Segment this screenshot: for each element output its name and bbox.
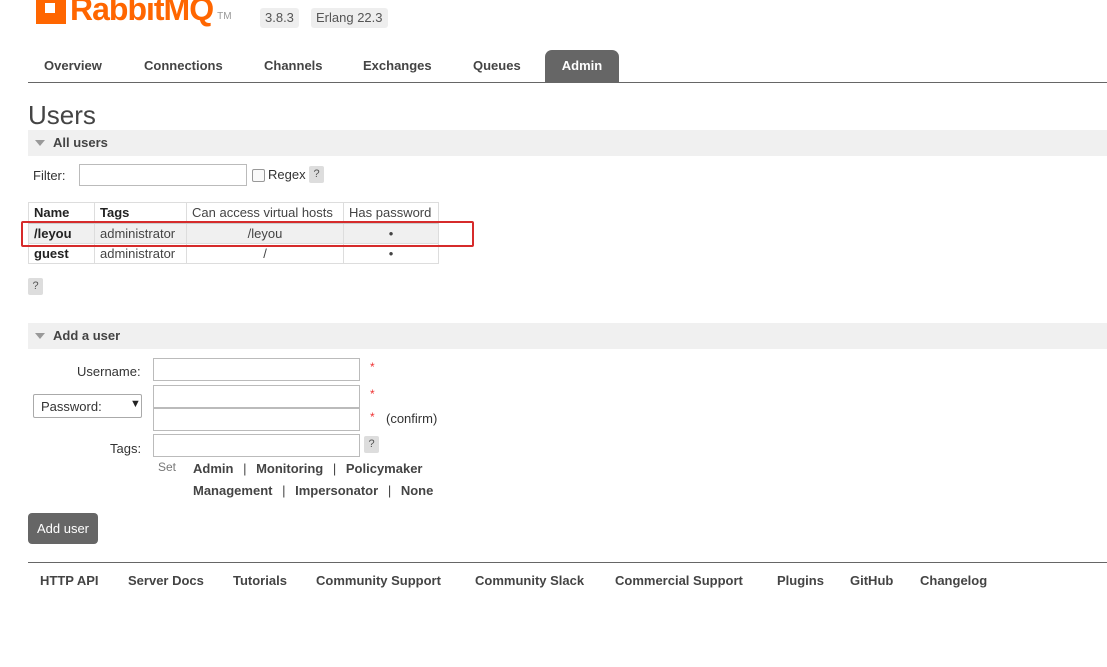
footer-link-commercial-support[interactable]: Commercial Support — [615, 573, 743, 588]
logo-text: RabbitMQ — [70, 0, 214, 27]
table-help-button[interactable]: ? — [28, 278, 43, 295]
set-label: Set — [158, 460, 177, 474]
all-users-section-toggle[interactable]: All users — [28, 130, 1107, 156]
footer-link-community-slack[interactable]: Community Slack — [475, 573, 584, 588]
regex-checkbox[interactable] — [252, 169, 265, 182]
tags-help-button[interactable]: ? — [364, 436, 379, 453]
tab-exchanges[interactable]: Exchanges — [347, 50, 448, 82]
add-user-button[interactable]: Add user — [28, 513, 98, 544]
footer-link-tutorials[interactable]: Tutorials — [233, 573, 287, 588]
password-type-select[interactable]: Password: ▼ — [33, 394, 142, 418]
tab-queues[interactable]: Queues — [457, 50, 537, 82]
confirm-required-mark: * — [370, 410, 375, 424]
separator: | — [243, 461, 247, 476]
tag-none-link[interactable]: None — [401, 483, 434, 498]
col-has-password: Has password — [343, 202, 439, 224]
footer-link-community-support[interactable]: Community Support — [316, 573, 441, 588]
tag-monitoring-link[interactable]: Monitoring — [256, 461, 323, 476]
password-required-mark: * — [370, 387, 375, 401]
rabbitmq-logo-icon — [36, 0, 66, 24]
col-vhosts: Can access virtual hosts — [186, 202, 344, 224]
logo-trademark: TM — [217, 11, 232, 22]
filter-help-button[interactable]: ? — [309, 166, 324, 183]
collapse-triangle-icon — [35, 140, 45, 146]
tag-impersonator-link[interactable]: Impersonator — [295, 483, 378, 498]
col-name[interactable]: Name — [28, 202, 95, 224]
dropdown-arrow-icon: ▼ — [130, 398, 141, 410]
tab-overview[interactable]: Overview — [28, 50, 118, 82]
tab-connections[interactable]: Connections — [128, 50, 239, 82]
tag-management-link[interactable]: Management — [193, 483, 272, 498]
collapse-triangle-icon — [35, 333, 45, 339]
main-nav: Overview Connections Channels Exchanges … — [28, 50, 1107, 83]
footer-link-changelog[interactable]: Changelog — [920, 573, 987, 588]
footer-link-http-api[interactable]: HTTP API — [40, 573, 99, 588]
separator: | — [332, 461, 337, 476]
password-confirm-input[interactable] — [153, 408, 360, 431]
tags-label: Tags: — [110, 441, 142, 456]
footer: HTTP API Server Docs Tutorials Community… — [28, 562, 1107, 603]
username-required-mark: * — [370, 360, 375, 374]
col-tags[interactable]: Tags — [94, 202, 187, 224]
rabbitmq-logo: RabbitMQ TM — [36, 0, 232, 27]
regex-label: Regex — [268, 167, 306, 182]
tags-input[interactable] — [153, 434, 360, 457]
erlang-version-badge: Erlang 22.3 — [311, 8, 388, 28]
username-label: Username: — [77, 364, 141, 379]
all-users-heading: All users — [53, 135, 108, 150]
password-input[interactable] — [153, 385, 360, 408]
separator: | — [387, 483, 392, 498]
tag-shortcuts-row-2: Management | Impersonator | None — [193, 483, 433, 498]
footer-link-github[interactable]: GitHub — [850, 573, 893, 588]
version-badge: 3.8.3 — [260, 8, 299, 28]
confirm-label: (confirm) — [386, 411, 438, 426]
username-input[interactable] — [153, 358, 360, 381]
add-user-section-toggle[interactable]: Add a user — [28, 323, 1107, 349]
table-header-row: Name Tags Can access virtual hosts Has p… — [28, 202, 439, 224]
tag-shortcuts-row-1: Admin | Monitoring | Policymaker — [193, 461, 423, 476]
separator: | — [282, 483, 286, 498]
footer-link-server-docs[interactable]: Server Docs — [128, 573, 204, 588]
tag-policymaker-link[interactable]: Policymaker — [346, 461, 423, 476]
tag-admin-link[interactable]: Admin — [193, 461, 233, 476]
filter-input[interactable] — [79, 164, 247, 186]
tab-channels[interactable]: Channels — [248, 50, 339, 82]
filter-label: Filter: — [33, 168, 66, 183]
password-select-value: Password: — [41, 399, 102, 414]
add-user-heading: Add a user — [53, 328, 121, 343]
tab-admin[interactable]: Admin — [545, 50, 619, 82]
page-title: Users — [28, 100, 96, 130]
highlight-annotation-box — [21, 221, 474, 247]
footer-link-plugins[interactable]: Plugins — [777, 573, 824, 588]
